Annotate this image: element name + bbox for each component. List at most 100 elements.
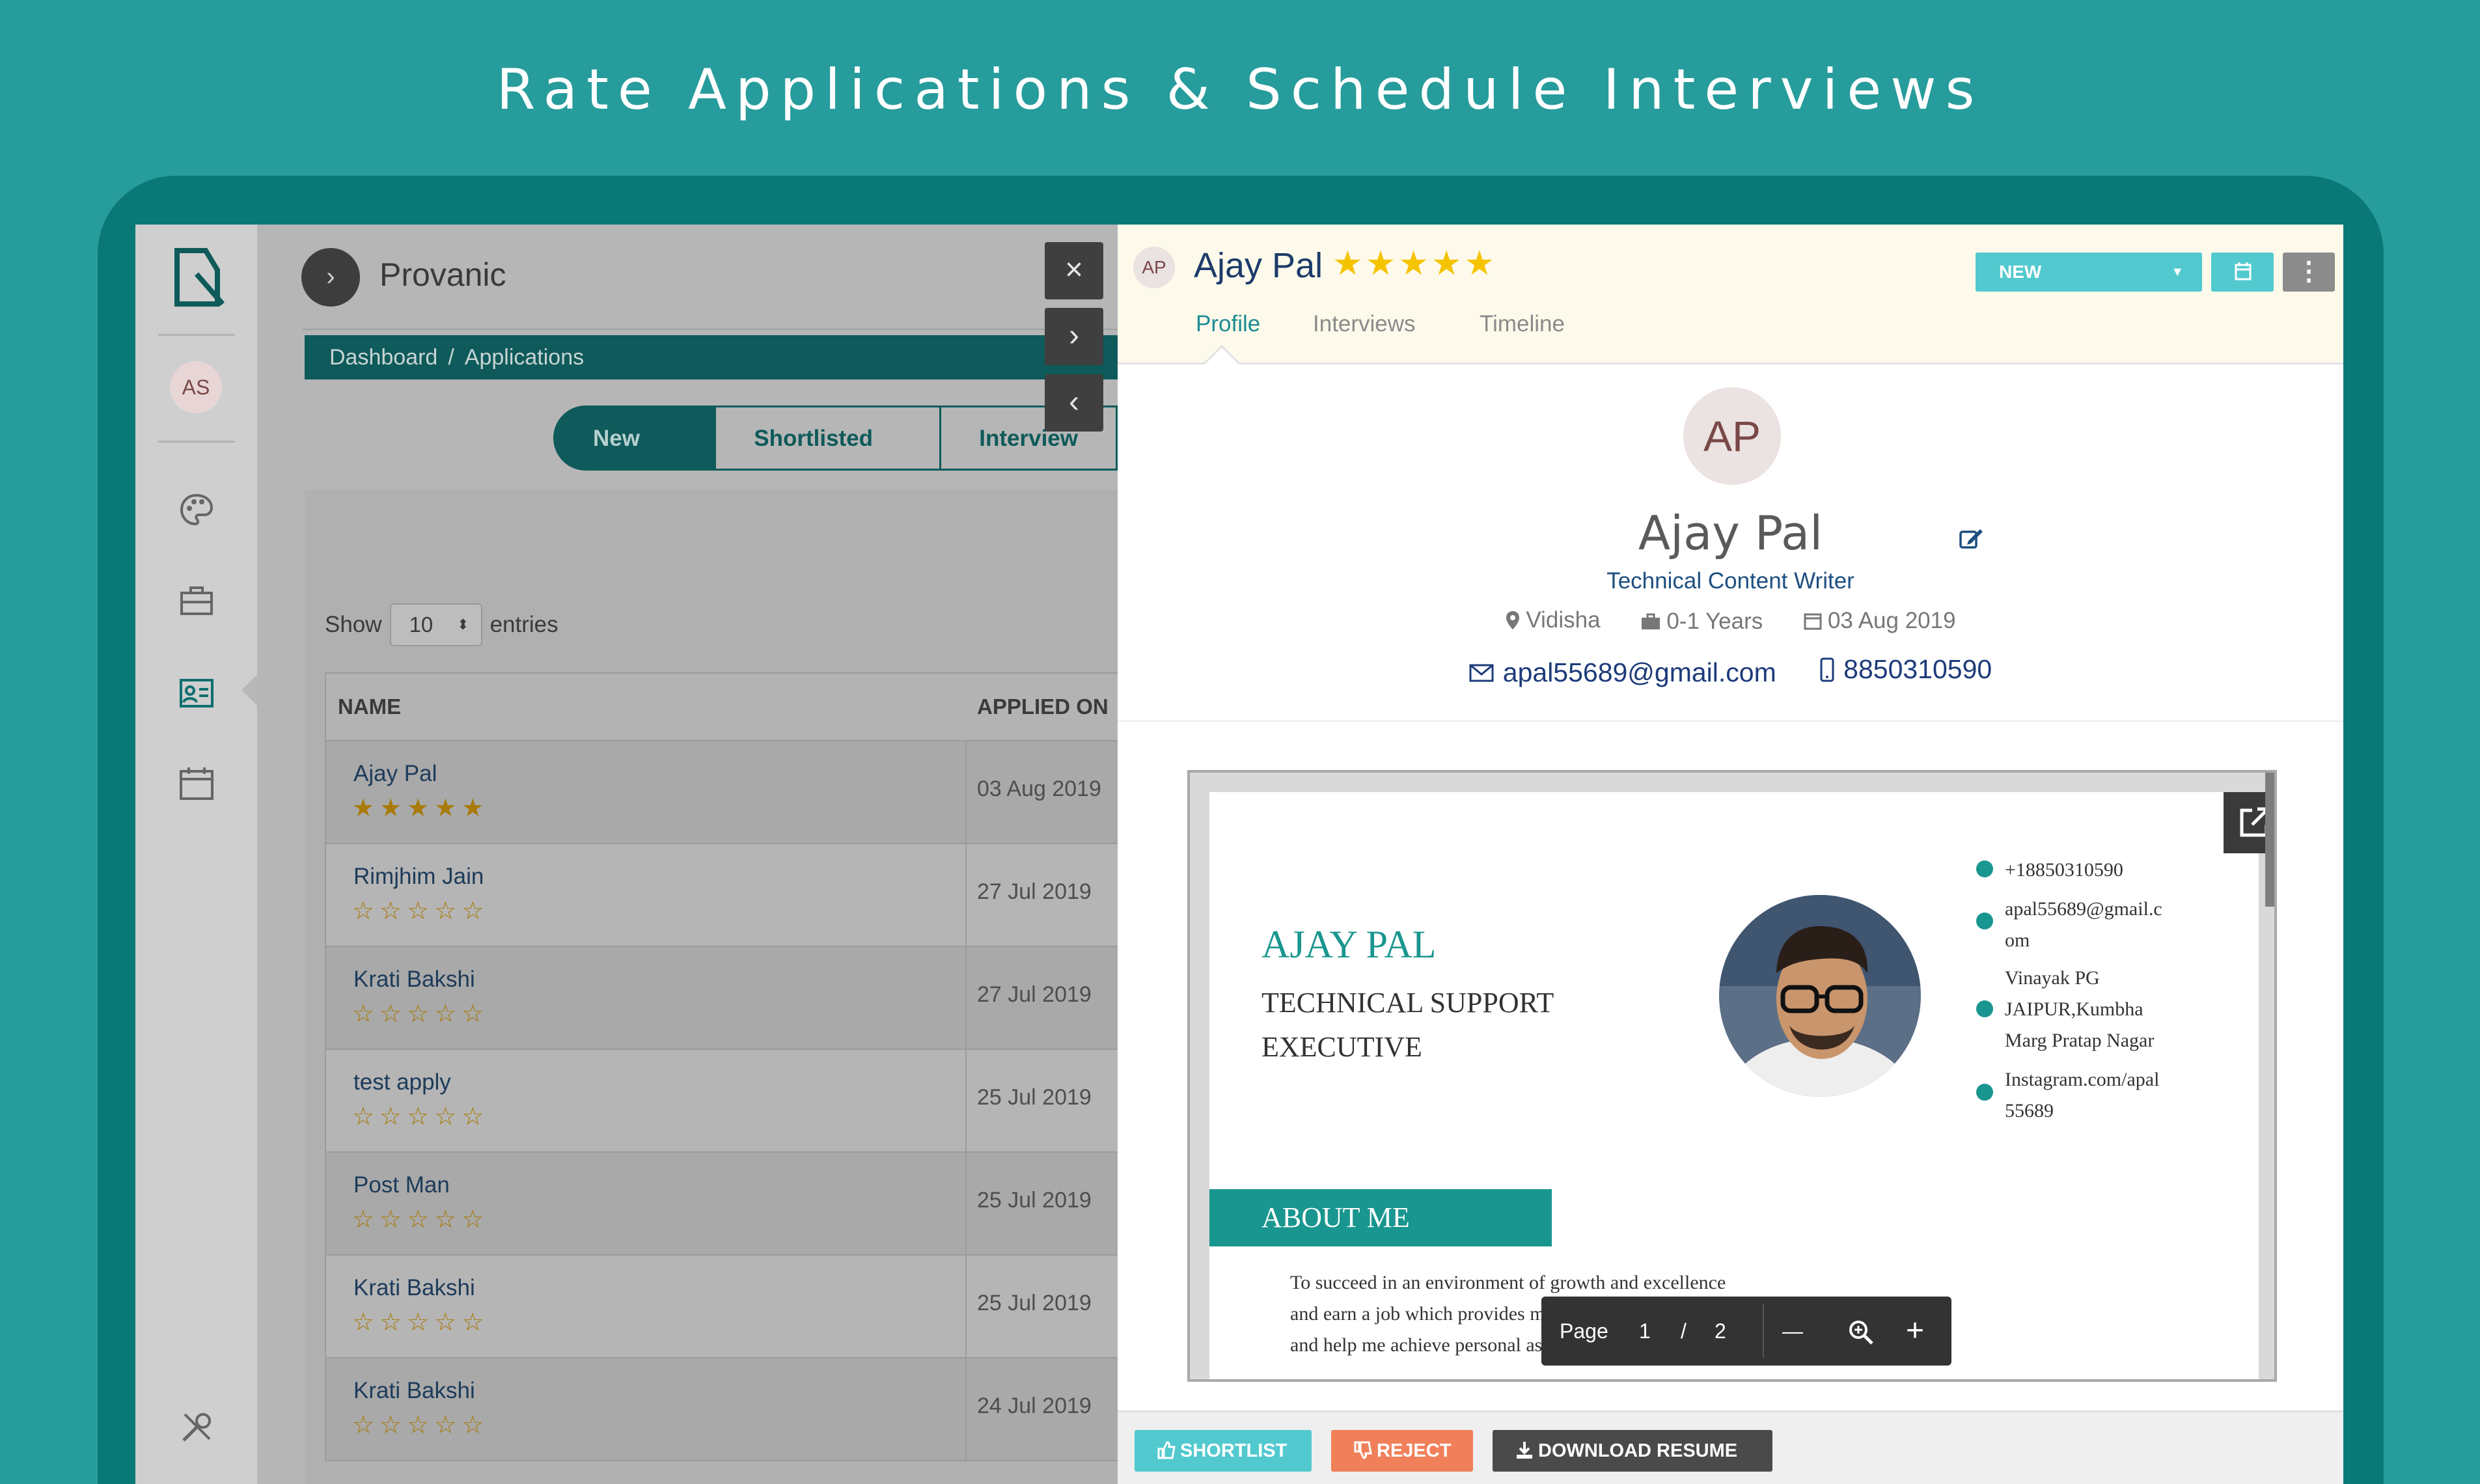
applicant-avatar: AP (1133, 247, 1175, 288)
email-link[interactable]: apal55689@gmail.com (1503, 657, 1776, 688)
edit-icon[interactable] (1958, 525, 1984, 551)
applicant-name[interactable]: Krati Bakshi (353, 1275, 475, 1301)
tools-icon[interactable] (178, 1409, 215, 1446)
resume-name: AJAY PAL (1261, 923, 1437, 966)
applicant-name[interactable]: Post Man (353, 1172, 450, 1198)
map-marker-icon (1506, 611, 1520, 629)
pdf-toolbar: Page 1 / 2 — + (1541, 1297, 1951, 1366)
table-row[interactable]: Post Man ☆☆☆☆☆ 25 Jul 2019 (325, 1153, 1125, 1256)
table-header: NAME APPLIED ON (325, 672, 1125, 741)
palette-icon[interactable] (178, 491, 215, 528)
page-label: Page (1560, 1319, 1608, 1343)
applicant-name[interactable]: test apply (353, 1069, 451, 1095)
company-name: Provanic (379, 256, 506, 293)
previous-applicant-button[interactable]: ‹ (1045, 374, 1103, 432)
table-row[interactable]: Ajay Pal ★★★★★ 03 Aug 2019 (325, 741, 1125, 844)
next-applicant-button[interactable]: › (1045, 308, 1103, 365)
more-options-button[interactable]: ⋮ (2283, 253, 2335, 292)
applicant-name[interactable]: Rimjhim Jain (353, 864, 484, 890)
phone-icon (1976, 860, 1993, 877)
applicant-star-rating[interactable]: ★★★★★ (1332, 244, 1497, 283)
viewer-scrollbar[interactable] (2265, 773, 2274, 907)
resume-phone: +18850310590 (2005, 859, 2123, 881)
section-divider (1118, 721, 2343, 722)
resume-website: Instagram.com/apal 55689 (2005, 1069, 2160, 1121)
job-title: Technical Content Writer (1606, 568, 1854, 594)
tab-new[interactable]: New (89) (553, 405, 717, 514)
tab-shortlisted[interactable]: Shortlisted (24) (716, 405, 942, 514)
column-name[interactable]: NAME (338, 674, 401, 740)
envelope-icon (1469, 664, 1494, 681)
sort-arrows-icon: ⬍ (457, 616, 469, 633)
action-bar: SHORTLIST REJECT DOWNLOAD RESUME (1118, 1410, 2343, 1484)
sidebar: AS (135, 225, 261, 1484)
shortlist-button[interactable]: SHORTLIST (1135, 1430, 1312, 1472)
schedule-interview-button[interactable] (2211, 253, 2274, 292)
table-row[interactable]: Rimjhim Jain ☆☆☆☆☆ 27 Jul 2019 (325, 844, 1125, 947)
resume-role: TECHNICAL SUPPORT EXECUTIVE (1261, 987, 1554, 1063)
breadcrumb-applications[interactable]: Applications (465, 345, 584, 370)
applicant-meta: Vidisha 0-1 Years 03 Aug 2019 (1118, 607, 2343, 637)
sidebar-divider (158, 441, 235, 443)
star-rating[interactable]: ☆☆☆☆☆ (352, 1205, 489, 1234)
experience: 0-1 Years (1666, 609, 1763, 634)
applied-date: 24 Jul 2019 (977, 1394, 1092, 1418)
resume-viewer[interactable]: AJAY PAL TECHNICAL SUPPORT EXECUTIVE +18… (1187, 770, 2277, 1382)
status-dropdown[interactable]: NEW ▼ (1976, 253, 2202, 292)
entries-control: Show 10 ⬍ entries (325, 603, 558, 646)
thumbs-up-icon (1157, 1441, 1176, 1459)
applicant-name[interactable]: Krati Bakshi (353, 1378, 475, 1404)
show-label: Show (325, 612, 382, 637)
briefcase-icon[interactable] (178, 583, 215, 619)
tab-timeline[interactable]: Timeline (1480, 311, 1565, 337)
applications-table: NAME APPLIED ON Ajay Pal ★★★★★ 03 Aug 20… (325, 672, 1125, 1461)
applicant-detail-panel: AP Ajay Pal ★★★★★ NEW ▼ ⋮ Profile Intervi… (1118, 225, 2343, 1484)
user-avatar[interactable]: AS (170, 361, 222, 413)
logo-icon[interactable] (168, 244, 227, 309)
resume-section-about: ABOUT ME (1209, 1189, 1552, 1246)
breadcrumb: Dashboard / Applications (305, 335, 1125, 379)
applied-date: 03 Aug 2019 (1827, 608, 1956, 633)
tab-interviews[interactable]: Interviews (1313, 311, 1416, 337)
table-row[interactable]: Krati Bakshi ☆☆☆☆☆ 25 Jul 2019 (325, 1256, 1125, 1358)
zoom-out-button[interactable]: — (1782, 1297, 1803, 1366)
star-rating[interactable]: ☆☆☆☆☆ (352, 1102, 489, 1131)
star-rating[interactable]: ☆☆☆☆☆ (352, 999, 489, 1028)
reject-button[interactable]: REJECT (1331, 1430, 1473, 1472)
column-applied-on[interactable]: APPLIED ON (977, 674, 1109, 740)
header-divider (303, 329, 1118, 330)
phone-link[interactable]: 8850310590 (1843, 654, 1992, 685)
star-rating[interactable]: ★★★★★ (352, 793, 489, 823)
app-screen: AS › Provanic Dashboard / Applications N… (135, 225, 2343, 1484)
tab-profile[interactable]: Profile (1196, 311, 1260, 337)
email-icon (1976, 913, 1993, 929)
thumbs-down-icon (1354, 1441, 1372, 1459)
detail-header: AP Ajay Pal ★★★★★ NEW ▼ ⋮ Profile Intervi… (1118, 225, 2343, 382)
close-panel-button[interactable]: × (1045, 242, 1103, 299)
star-rating[interactable]: ☆☆☆☆☆ (352, 1410, 489, 1440)
star-rating[interactable]: ☆☆☆☆☆ (352, 1308, 489, 1337)
entries-select[interactable]: 10 ⬍ (389, 603, 482, 646)
zoom-in-button[interactable]: + (1906, 1297, 1924, 1366)
applicant-contact: apal55689@gmail.com 8850310590 (1118, 654, 2343, 689)
applied-date: 27 Jul 2019 (977, 982, 1092, 1007)
applicant-card-icon[interactable] (178, 674, 215, 710)
download-resume-button[interactable]: DOWNLOAD RESUME (1493, 1430, 1772, 1472)
table-row[interactable]: Krati Bakshi ☆☆☆☆☆ 27 Jul 2019 (325, 947, 1125, 1050)
calendar-icon[interactable] (178, 765, 215, 801)
zoom-reset-icon[interactable] (1847, 1319, 1875, 1346)
applied-date: 25 Jul 2019 (977, 1085, 1092, 1110)
current-page-input[interactable]: 1 (1639, 1297, 1651, 1366)
sidebar-divider (158, 334, 235, 336)
profile-avatar: AP (1683, 387, 1781, 485)
table-row[interactable]: Krati Bakshi ☆☆☆☆☆ 24 Jul 2019 (325, 1358, 1125, 1461)
applications-panel: › Provanic Dashboard / Applications New (8… (257, 225, 1125, 1484)
breadcrumb-separator: / (448, 345, 454, 370)
sidebar-toggle-button[interactable]: › (301, 248, 360, 307)
applicant-name[interactable]: Ajay Pal (353, 761, 437, 787)
breadcrumb-dashboard[interactable]: Dashboard (329, 345, 437, 370)
star-rating[interactable]: ☆☆☆☆☆ (352, 896, 489, 926)
resume-page: AJAY PAL TECHNICAL SUPPORT EXECUTIVE +18… (1209, 792, 2259, 1379)
applicant-name[interactable]: Krati Bakshi (353, 967, 475, 993)
table-row[interactable]: test apply ☆☆☆☆☆ 25 Jul 2019 (325, 1050, 1125, 1153)
